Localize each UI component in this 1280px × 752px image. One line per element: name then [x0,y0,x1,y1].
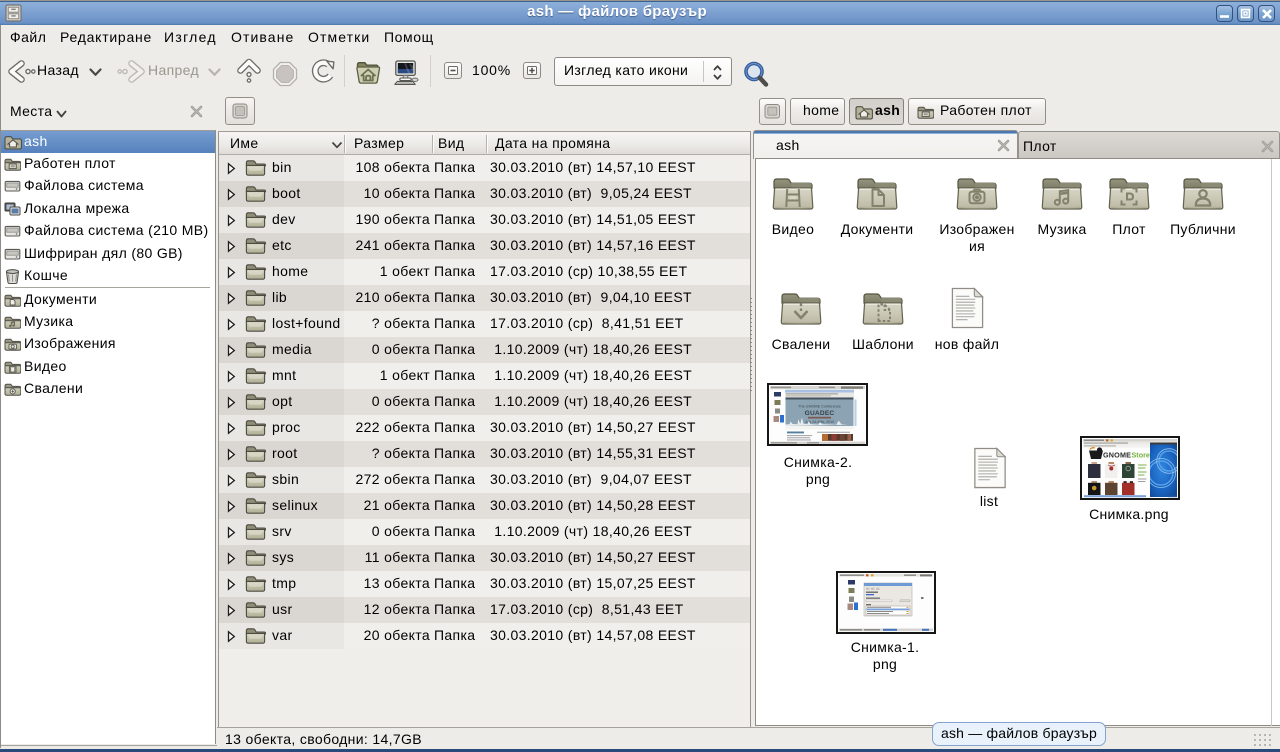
svg-text:GUADEC: GUADEC [805,410,835,417]
svg-text:Store: Store [1132,451,1150,460]
svg-text:GNOME: GNOME [1103,451,1131,460]
svg-text:The GNOME Conference: The GNOME Conference [798,405,841,409]
